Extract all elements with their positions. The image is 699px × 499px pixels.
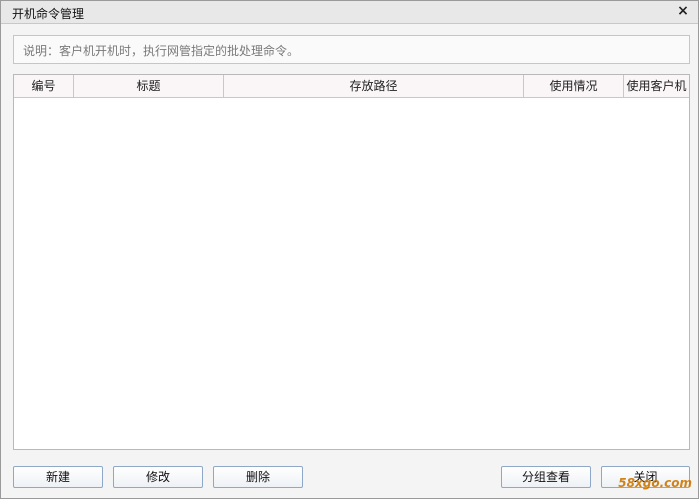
watermark-text: 58xgo.com bbox=[618, 476, 692, 490]
column-header-usage[interactable]: 使用情况 bbox=[524, 75, 624, 97]
button-bar: 新建 修改 删除 分组查看 关闭 58xgo.com bbox=[1, 458, 698, 498]
delete-button[interactable]: 删除 bbox=[213, 466, 303, 488]
close-icon[interactable]: × bbox=[676, 3, 690, 19]
column-header-path[interactable]: 存放路径 bbox=[224, 75, 524, 97]
new-button[interactable]: 新建 bbox=[13, 466, 103, 488]
title-bar[interactable]: 开机命令管理 × bbox=[1, 1, 698, 24]
window-title: 开机命令管理 bbox=[12, 7, 85, 21]
command-table[interactable]: 编号 标题 存放路径 使用情况 使用客户机 bbox=[13, 74, 690, 450]
table-body[interactable] bbox=[14, 98, 689, 449]
column-header-number[interactable]: 编号 bbox=[14, 75, 74, 97]
group-view-button[interactable]: 分组查看 bbox=[501, 466, 591, 488]
column-header-clients[interactable]: 使用客户机 bbox=[624, 75, 689, 97]
edit-button[interactable]: 修改 bbox=[113, 466, 203, 488]
description-text: 说明：客户机开机时，执行网管指定的批处理命令。 bbox=[13, 35, 690, 64]
dialog-window: 开机命令管理 × 说明：客户机开机时，执行网管指定的批处理命令。 编号 标题 存… bbox=[0, 0, 699, 499]
column-header-title[interactable]: 标题 bbox=[74, 75, 224, 97]
table-header: 编号 标题 存放路径 使用情况 使用客户机 bbox=[14, 75, 689, 98]
